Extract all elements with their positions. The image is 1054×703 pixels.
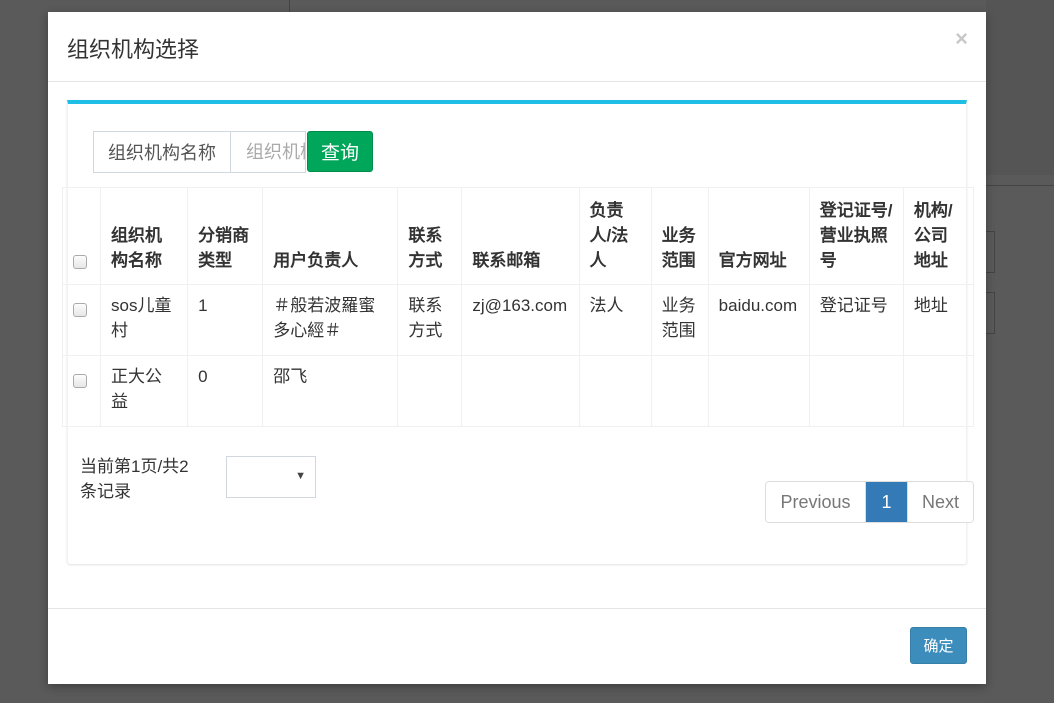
cell-website	[707, 355, 810, 427]
background-divider	[289, 0, 290, 12]
cell-contact	[397, 355, 463, 427]
column-header: 业务范围	[650, 187, 709, 285]
org-name-search-input[interactable]	[230, 131, 306, 173]
close-icon[interactable]: ×	[955, 28, 968, 50]
cell-org-name: sos儿童村	[100, 284, 189, 356]
pagination-info: 当前第1页/共2条记录	[80, 457, 189, 501]
cell-website: baidu.com	[707, 284, 810, 356]
search-button[interactable]: 查询	[307, 131, 373, 172]
cell-legal-person: 法人	[578, 284, 652, 356]
select-all-checkbox[interactable]	[73, 254, 87, 269]
modal-footer: 确定	[48, 608, 986, 684]
table-row[interactable]: 正大公益 0 邵飞	[61, 355, 975, 427]
table-header-row: 组织机构名称 分销商类型 用户负责人 联系方式 联系邮箱 负责人/法人 业务范围…	[61, 187, 975, 285]
cell-email	[461, 355, 580, 427]
org-select-modal: 组织机构选择 × 组织机构名称 查询 组织机构名称 分销商类型 用户负责人 联系…	[48, 12, 986, 684]
cell-registration-no: 登记证号	[808, 284, 904, 356]
cell-user-owner: 邵飞	[262, 355, 399, 427]
cell-user-owner: ＃般若波羅蜜多心經＃	[262, 284, 399, 356]
cell-business-scope: 业务范围	[650, 284, 709, 356]
cell-distributor-type: 1	[187, 284, 264, 356]
cell-org-name: 正大公益	[100, 355, 189, 427]
page-size-select[interactable]: ▼	[226, 456, 316, 498]
content-box: 组织机构名称 查询 组织机构名称 分销商类型 用户负责人 联系方式 联系邮箱 负…	[61, 100, 975, 564]
column-header: 登记证号/营业执照号	[808, 187, 904, 285]
cell-legal-person	[578, 355, 652, 427]
column-header: 组织机构名称	[100, 187, 189, 285]
confirm-button[interactable]: 确定	[910, 627, 967, 664]
column-header: 官方网址	[707, 187, 810, 285]
select-all-cell	[61, 187, 102, 285]
modal-header: 组织机构选择 ×	[48, 12, 986, 82]
modal-title: 组织机构选择	[67, 37, 200, 62]
search-label: 组织机构名称	[93, 131, 230, 173]
background-input	[986, 231, 995, 273]
previous-page-button[interactable]: Previous	[766, 482, 866, 522]
table-row[interactable]: sos儿童村 1 ＃般若波羅蜜多心經＃ 联系方式 zj@163.com 法人 业…	[61, 284, 975, 356]
cell-address: 地址	[902, 284, 975, 356]
row-select-cell	[61, 355, 102, 427]
search-bar: 组织机构名称 查询	[93, 131, 373, 173]
cell-distributor-type: 0	[187, 355, 264, 427]
column-header: 联系方式	[397, 187, 463, 285]
column-header: 负责人/法人	[578, 187, 652, 285]
cell-contact: 联系方式	[397, 284, 463, 356]
background-page	[986, 0, 1054, 175]
cell-address	[902, 355, 975, 427]
column-header: 用户负责人	[262, 187, 399, 285]
column-header: 机构/公司地址	[902, 187, 975, 285]
page-1-button[interactable]: 1	[866, 482, 907, 522]
org-table: 组织机构名称 分销商类型 用户负责人 联系方式 联系邮箱 负责人/法人 业务范围…	[61, 187, 975, 427]
next-page-button[interactable]: Next	[907, 482, 973, 522]
row-checkbox[interactable]	[73, 373, 87, 388]
cell-email: zj@163.com	[461, 284, 580, 356]
chevron-down-icon: ▼	[295, 470, 306, 482]
background-divider	[986, 185, 1054, 186]
column-header: 分销商类型	[187, 187, 264, 285]
cell-registration-no	[808, 355, 904, 427]
background-input	[986, 292, 995, 334]
cell-business-scope	[650, 355, 709, 427]
row-checkbox[interactable]	[73, 302, 87, 317]
pagination: Previous 1 Next	[765, 481, 974, 523]
row-select-cell	[61, 284, 102, 356]
column-header: 联系邮箱	[461, 187, 580, 285]
